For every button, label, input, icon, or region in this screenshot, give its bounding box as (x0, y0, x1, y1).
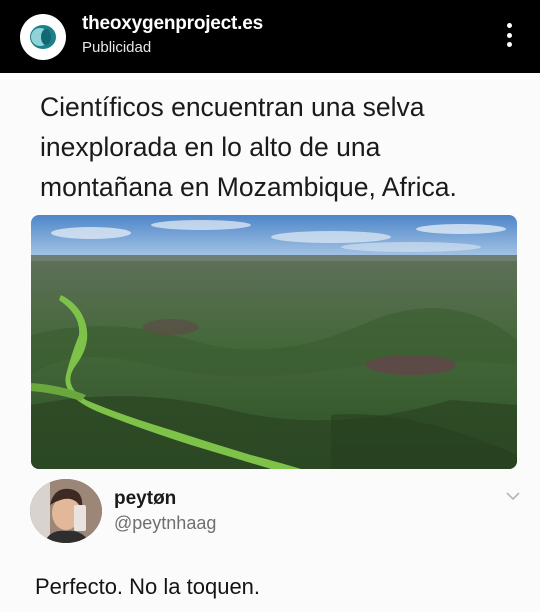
sponsored-label: Publicidad (82, 39, 152, 56)
account-avatar[interactable] (20, 14, 66, 60)
tweet-author-name[interactable]: peytøn (114, 488, 176, 510)
account-name[interactable]: theoxygenproject.es (82, 13, 263, 35)
aerial-landscape-photo[interactable] (31, 215, 517, 469)
post-content: Científicos encuentran una selva inexplo… (0, 73, 540, 612)
oxygen-project-logo-icon (21, 15, 65, 59)
instagram-ad-header: theoxygenproject.es Publicidad (0, 0, 540, 73)
post-headline: Científicos encuentran una selva inexplo… (40, 92, 457, 202)
tweet-author-avatar[interactable] (30, 479, 102, 543)
chevron-down-icon[interactable] (506, 491, 520, 501)
tweet-text: Perfecto. No la toquen. (35, 574, 261, 599)
tweet-author-handle[interactable]: @peytnhaag (114, 513, 216, 534)
vertical-dots-icon[interactable] (500, 20, 518, 50)
